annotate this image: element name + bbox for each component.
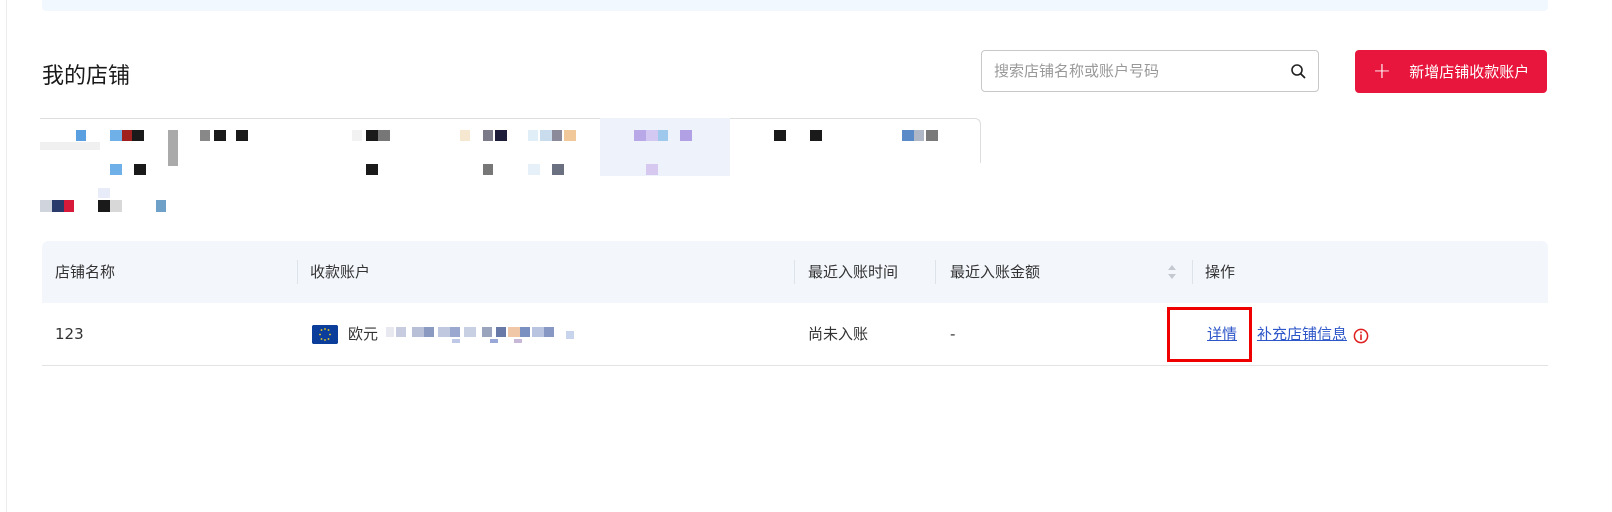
table-header: 店铺名称 收款账户 最近入账时间 最近入账金额 操作 bbox=[42, 241, 1548, 303]
stores-table: 店铺名称 收款账户 最近入账时间 最近入账金额 操作 123 欧元 尚未入账 -… bbox=[42, 241, 1548, 366]
shop-name-cell: 123 bbox=[55, 325, 84, 343]
detail-highlight-box bbox=[1167, 307, 1252, 362]
search-box[interactable] bbox=[981, 50, 1319, 92]
column-divider bbox=[297, 260, 298, 284]
plus-icon: + bbox=[1372, 58, 1392, 84]
search-input[interactable] bbox=[982, 51, 1282, 91]
account-currency: 欧元 bbox=[348, 325, 379, 343]
left-border bbox=[6, 0, 7, 512]
column-header-shop-name: 店铺名称 bbox=[55, 263, 116, 281]
page-title: 我的店铺 bbox=[42, 64, 131, 89]
info-icon[interactable] bbox=[1353, 328, 1369, 344]
column-divider bbox=[935, 260, 936, 284]
redacted-region bbox=[40, 118, 985, 218]
last-credit-time-cell: 尚未入账 bbox=[808, 325, 869, 343]
column-header-actions: 操作 bbox=[1205, 263, 1236, 281]
add-store-account-label: 新增店铺收款账户 bbox=[1409, 63, 1530, 81]
redacted-account-number bbox=[386, 325, 586, 345]
table-row: 123 欧元 尚未入账 - 详情 补充店铺信息 bbox=[42, 303, 1548, 366]
column-divider bbox=[794, 260, 795, 284]
column-header-last-amount: 最近入账金额 bbox=[950, 263, 1041, 281]
search-icon[interactable] bbox=[1290, 63, 1306, 79]
top-banner bbox=[42, 0, 1548, 11]
last-credit-amount-cell: - bbox=[950, 325, 956, 343]
eu-flag-icon bbox=[312, 325, 338, 344]
add-store-account-button[interactable]: + 新增店铺收款账户 bbox=[1355, 50, 1547, 93]
supplement-store-info-link[interactable]: 补充店铺信息 bbox=[1257, 303, 1347, 365]
sort-icon[interactable] bbox=[1166, 263, 1178, 281]
column-header-last-time: 最近入账时间 bbox=[808, 263, 899, 281]
column-divider bbox=[1192, 260, 1193, 284]
column-header-account: 收款账户 bbox=[310, 263, 371, 281]
